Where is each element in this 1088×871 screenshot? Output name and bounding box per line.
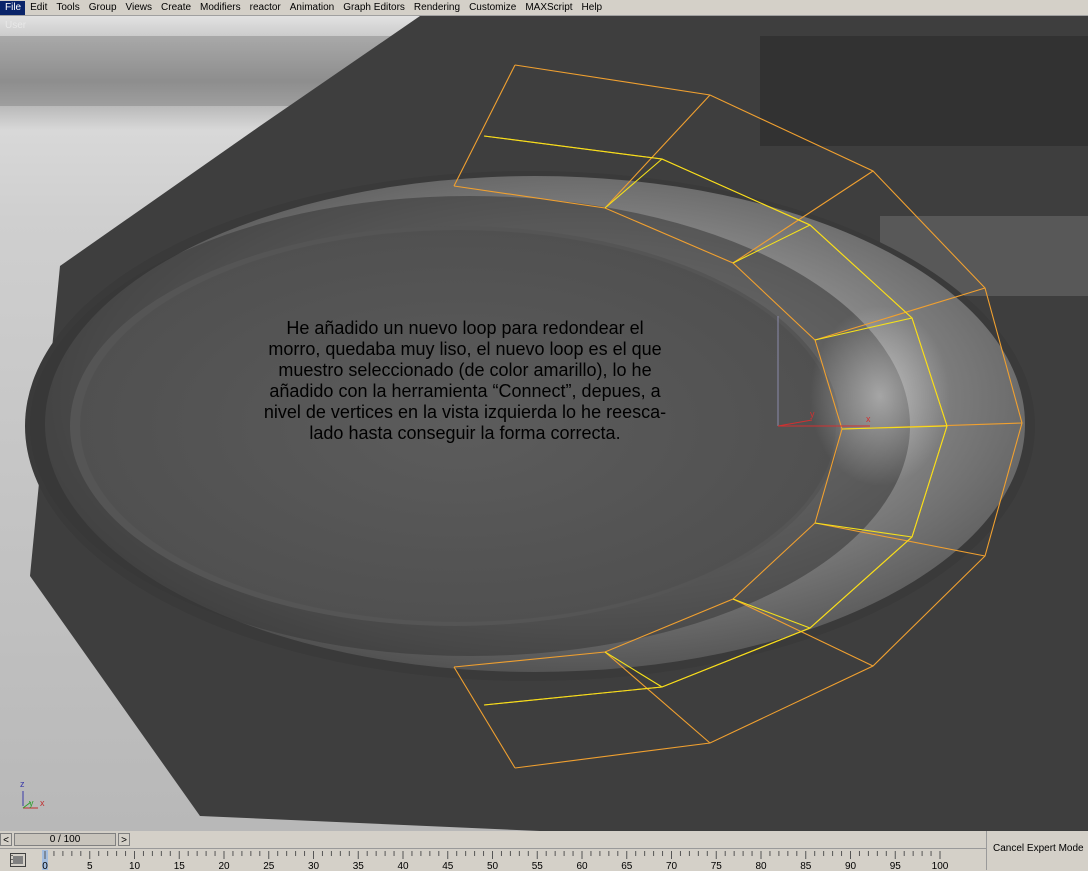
cancel-expert-mode-button[interactable]: Cancel Expert Mode: [993, 843, 1084, 854]
viewport-label[interactable]: User: [5, 20, 26, 31]
menu-reactor[interactable]: reactor: [245, 1, 285, 15]
menu-graph-editors[interactable]: Graph Editors: [338, 1, 409, 15]
expert-mode-panel: Cancel Expert Mode: [986, 831, 1088, 870]
gizmo-x-label: x: [866, 414, 871, 424]
time-slider-bar: < 0 / 100 >: [0, 831, 986, 848]
annotation-line: He añadido un nuevo loop para redondear …: [286, 318, 644, 338]
menu-views[interactable]: Views: [121, 1, 157, 15]
menu-animation[interactable]: Animation: [285, 1, 338, 15]
menu-rendering[interactable]: Rendering: [409, 1, 464, 15]
filmstrip-icon[interactable]: [10, 853, 26, 867]
menu-group[interactable]: Group: [84, 1, 121, 15]
menu-bar: File Edit Tools Group Views Create Modifiers re…: [0, 0, 1088, 16]
track-bar[interactable]: 0 5 10 15 20 25 30 35 40 45 50 55 60 65 70 75 80 85 90 95 10…: [0, 848, 986, 871]
menu-create[interactable]: Create: [156, 1, 195, 15]
annotation-line: muestro seleccionado (de color amarillo)…: [278, 360, 652, 380]
axis-z-label: z: [20, 779, 25, 789]
annotation-line: lado hasta conseguir la forma correcta.: [309, 423, 621, 443]
menu-help[interactable]: Help: [577, 1, 607, 15]
gizmo-y-label: y: [810, 409, 815, 419]
annotation-line: añadido con la herramienta “Connect”, de…: [269, 381, 661, 401]
menu-customize[interactable]: Customize: [464, 1, 520, 15]
perspective-viewport[interactable]: x y z y x User He añadido un nuevo loop …: [0, 16, 1088, 831]
axis-y-label: y: [29, 798, 34, 808]
axis-x-label: x: [40, 798, 45, 808]
time-slider[interactable]: 0 / 100: [14, 833, 116, 846]
annotation-text: He añadido un nuevo loop para redondear …: [215, 318, 715, 444]
track-bar-ruler: 0 5 10 15 20 25 30 35 40 45 50 55 60 65 70 75 80 85 90 95 10…: [42, 850, 949, 871]
menu-maxscript[interactable]: MAXScript: [520, 1, 576, 15]
menu-file[interactable]: File: [0, 0, 26, 15]
annotation-line: morro, quedaba muy liso, el nuevo loop e…: [268, 339, 662, 359]
prev-frame-button[interactable]: <: [0, 833, 12, 846]
menu-edit[interactable]: Edit: [25, 1, 51, 15]
menu-tools[interactable]: Tools: [51, 1, 83, 15]
menu-modifiers[interactable]: Modifiers: [195, 1, 245, 15]
annotation-line: nivel de vertices en la vista izquierda …: [263, 402, 667, 422]
next-frame-button[interactable]: >: [118, 833, 130, 846]
